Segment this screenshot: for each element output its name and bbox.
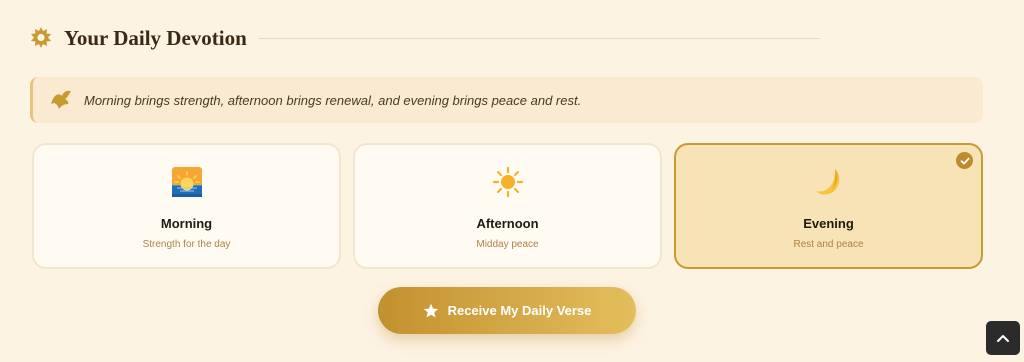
option-subtitle: Rest and peace [793,239,864,250]
option-subtitle: Midday peace [476,239,539,250]
section-title: Your Daily Devotion [64,25,247,50]
sun-badge-icon [30,27,52,49]
star-icon [423,303,439,319]
chevron-up-icon [996,333,1010,343]
crescent-moon-icon [812,165,846,199]
option-card-afternoon[interactable]: Afternoon Midday peace [353,143,662,269]
scroll-to-top-button[interactable] [986,321,1020,355]
option-title: Afternoon [476,216,539,231]
option-card-morning[interactable]: Morning Strength for the day [32,143,341,269]
receive-verse-button[interactable]: Receive My Daily Verse [378,287,636,334]
sunrise-icon [170,165,204,199]
option-card-evening[interactable]: Evening Rest and peace [674,143,983,269]
option-title: Morning [160,216,213,231]
quote-text: Morning brings strength, afternoon bring… [84,92,582,108]
section-header: Your Daily Devotion [30,22,820,54]
quote-banner: Morning brings strength, afternoon bring… [30,77,983,123]
option-subtitle: Strength for the day [142,239,231,250]
selected-check-icon [956,152,973,169]
sun-icon [491,165,525,199]
header-divider [258,37,820,39]
receive-verse-label: Receive My Daily Verse [447,303,592,318]
option-title: Evening [803,216,854,231]
dove-icon [51,90,73,110]
